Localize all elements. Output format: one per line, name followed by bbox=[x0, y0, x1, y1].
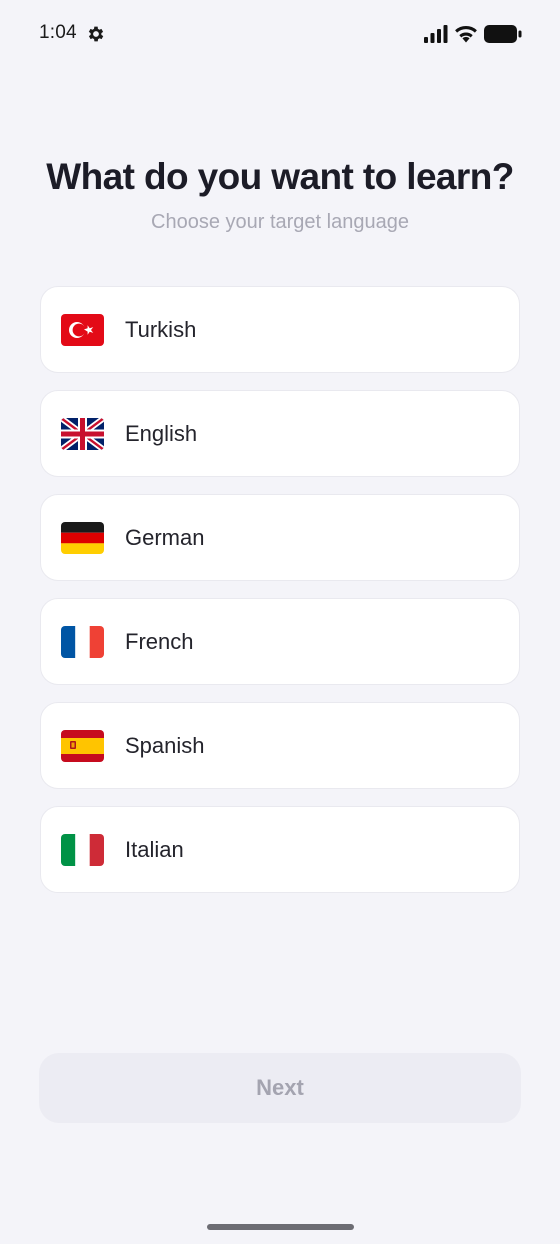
language-list: Turkish English German French Spanish It… bbox=[40, 286, 520, 910]
wifi-icon bbox=[455, 26, 477, 43]
turkey-flag-icon bbox=[61, 313, 104, 346]
home-indicator[interactable] bbox=[207, 1224, 354, 1230]
language-option-spanish[interactable]: Spanish bbox=[40, 702, 520, 789]
language-label: German bbox=[125, 524, 205, 550]
status-bar: 1:04 bbox=[0, 0, 560, 70]
language-option-french[interactable]: French bbox=[40, 598, 520, 685]
italy-flag-icon bbox=[61, 833, 104, 866]
language-label: Spanish bbox=[125, 732, 205, 758]
page-title: What do you want to learn? bbox=[46, 156, 514, 197]
language-option-english[interactable]: English bbox=[40, 390, 520, 477]
language-selection-screen: 1:04 What do you want to learn? Choose y… bbox=[0, 0, 560, 1244]
gear-icon bbox=[88, 26, 104, 42]
battery-icon bbox=[484, 25, 522, 43]
signal-icon bbox=[424, 25, 448, 43]
language-option-turkish[interactable]: Turkish bbox=[40, 286, 520, 373]
germany-flag-icon bbox=[61, 521, 104, 554]
spain-flag-icon bbox=[61, 729, 104, 762]
uk-flag-icon bbox=[61, 417, 104, 450]
language-option-german[interactable]: German bbox=[40, 494, 520, 581]
page-subtitle: Choose your target language bbox=[151, 211, 409, 233]
language-label: English bbox=[125, 420, 198, 446]
language-label: French bbox=[125, 628, 194, 654]
status-icons bbox=[424, 24, 522, 44]
language-label: Italian bbox=[125, 836, 184, 862]
language-option-italian[interactable]: Italian bbox=[40, 806, 520, 893]
france-flag-icon bbox=[61, 625, 104, 658]
next-button[interactable]: Next bbox=[39, 1053, 521, 1123]
status-time: 1:04 bbox=[39, 22, 77, 43]
language-label: Turkish bbox=[125, 316, 197, 342]
